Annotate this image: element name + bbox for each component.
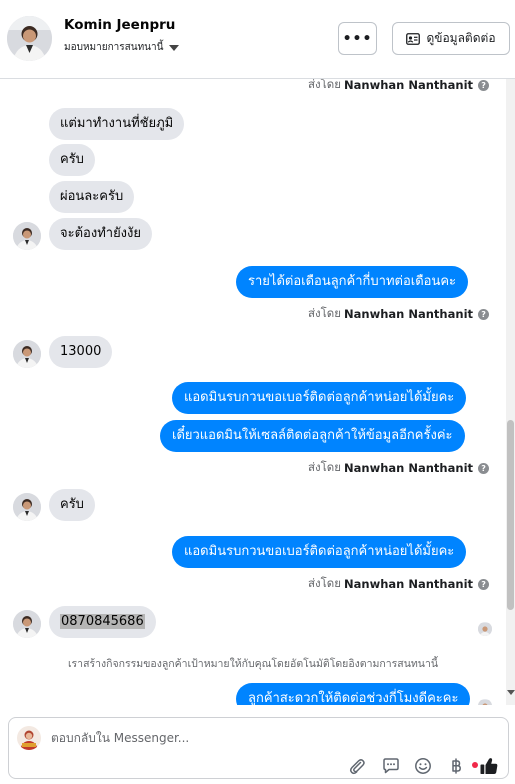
assign-conversation-dropdown[interactable]: มอบหมายการสนทนานี้: [64, 40, 180, 55]
seen-avatar-image: [478, 623, 492, 636]
payment-button[interactable]: [446, 756, 466, 776]
contact-avatar-small[interactable]: [13, 610, 41, 638]
outgoing-message[interactable]: รายได้ต่อเดือนลูกค้ากี่บาทต่อเดือนคะ: [236, 266, 469, 298]
incoming-message-phone[interactable]: 0870845686: [49, 606, 156, 638]
thread-scrollbar-thumb[interactable]: [507, 420, 514, 610]
like-button[interactable]: [479, 756, 499, 776]
more-label: •••: [342, 30, 373, 47]
sent-by-label: ส่งโดย Nanwhan Nanthanit ?: [308, 575, 490, 593]
auto-activity-note: เราสร้างกิจกรรมของลูกค้าเป้าหมายให้กับคุ…: [67, 658, 439, 670]
incoming-message[interactable]: ผ่อนละครับ: [49, 181, 135, 213]
seen-receipt-avatar: [478, 622, 492, 636]
view-contact-info-button[interactable]: ดูข้อมูลติดต่อ: [392, 22, 510, 55]
help-icon[interactable]: ?: [478, 308, 490, 320]
outgoing-message[interactable]: ลูกค้าสะดวกให้ติดต่อช่วงกี่โมงดีคะคะ: [236, 683, 471, 705]
avatar-image: [13, 610, 41, 638]
outgoing-message[interactable]: แอดมินรบกวนขอเบอร์ติดต่อลูกค้าหน่อยได้มั…: [172, 382, 467, 414]
contact-avatar[interactable]: [7, 16, 52, 61]
attach-file-button[interactable]: [347, 756, 367, 776]
contact-avatar-small[interactable]: [13, 493, 41, 521]
emoji-button[interactable]: [413, 756, 433, 776]
outgoing-message[interactable]: แอดมินรบกวนขอเบอร์ติดต่อลูกค้าหน่อยได้มั…: [172, 536, 467, 568]
contact-avatar-image: [7, 16, 52, 61]
caret-down-icon: [169, 44, 180, 51]
page-avatar-image: [17, 726, 41, 750]
message-thread[interactable]: ส่งโดย Nanwhan Nanthanit ? แต่มาทำงานที่…: [0, 79, 515, 705]
outgoing-message[interactable]: เดี๋ยวแอดมินให้เซลล์ติดต่อลูกค้าให้ข้อมู…: [160, 420, 465, 452]
reply-input[interactable]: [51, 728, 381, 748]
avatar-image: [13, 493, 41, 521]
reply-box[interactable]: [8, 717, 509, 779]
contact-avatar-small[interactable]: [13, 340, 41, 368]
avatar-image: [13, 340, 41, 368]
incoming-message[interactable]: จะต้องทำยังงัย: [49, 218, 152, 250]
incoming-message[interactable]: 13000: [49, 336, 113, 368]
smiley-icon: [415, 758, 431, 774]
info-label: ดูข้อมูลติดต่อ: [426, 31, 496, 45]
incoming-message[interactable]: ครับ: [49, 489, 95, 521]
baht-icon: [452, 758, 461, 774]
help-icon[interactable]: ?: [478, 578, 490, 590]
sent-by-label: ส่งโดย Nanwhan Nanthanit ?: [308, 79, 490, 94]
chat-bubble-icon: [383, 758, 399, 774]
incoming-message[interactable]: แต่มาทำงานที่ชัยภูมิ: [49, 108, 185, 140]
thread-scrollbar[interactable]: [506, 79, 515, 705]
sent-by-label: ส่งโดย Nanwhan Nanthanit ?: [308, 459, 490, 477]
page-avatar: [17, 726, 41, 750]
composer-area: [0, 705, 515, 784]
paperclip-icon: [349, 759, 365, 775]
conversation-header: Komin Jeenpru มอบหมายการสนทนานี้ ••• ดูข…: [0, 0, 515, 79]
phone-number[interactable]: 0870845686: [60, 614, 145, 629]
sent-by-label: ส่งโดย Nanwhan Nanthanit ?: [308, 305, 490, 323]
contact-card-icon: [406, 32, 421, 45]
help-icon[interactable]: ?: [478, 79, 490, 91]
more-options-button[interactable]: •••: [338, 22, 377, 55]
incoming-message[interactable]: ครับ: [49, 144, 95, 176]
contact-avatar-small[interactable]: [13, 222, 41, 250]
help-icon[interactable]: ?: [478, 462, 490, 474]
scroll-down-arrow-icon[interactable]: [507, 690, 515, 695]
avatar-image: [13, 222, 41, 250]
saved-replies-button[interactable]: [381, 756, 401, 776]
assign-label: มอบหมายการสนทนานี้: [64, 42, 164, 53]
notification-dot: [472, 762, 478, 768]
contact-name[interactable]: Komin Jeenpru: [64, 17, 175, 33]
thumbs-up-icon: [480, 758, 498, 774]
